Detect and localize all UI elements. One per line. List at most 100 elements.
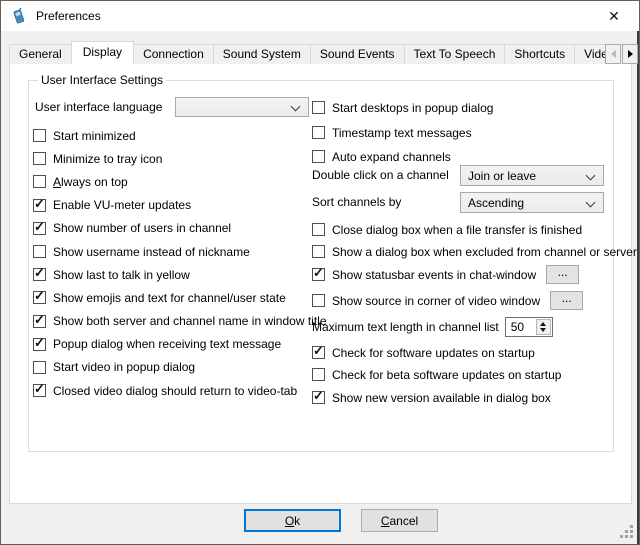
tab-display[interactable]: Display [71, 41, 134, 64]
ok-button[interactable]: Ok [244, 509, 341, 532]
checkbox-label: Show both server and channel name in win… [53, 314, 327, 328]
spinner-buttons[interactable] [536, 319, 551, 335]
checkbox[interactable] [312, 391, 325, 404]
tab-sound-system[interactable]: Sound System [213, 44, 311, 64]
checkbox[interactable] [312, 223, 325, 236]
checkbox-row[interactable]: Show source in corner of video window ..… [312, 291, 583, 310]
checkbox-row[interactable]: Show statusbar events in chat-window ... [312, 265, 579, 284]
spin-up-icon[interactable] [540, 322, 546, 326]
max-text-length-spinner[interactable]: 50 [505, 317, 553, 337]
checkbox[interactable] [312, 245, 325, 258]
checkbox-row[interactable]: Show a dialog box when excluded from cha… [312, 242, 637, 261]
spin-down-icon[interactable] [540, 328, 546, 332]
tab-scroll-left-button[interactable] [605, 44, 621, 64]
checkbox-row[interactable]: Show emojis and text for channel/user st… [33, 286, 327, 309]
max-text-length-label: Maximum text length in channel list [312, 320, 499, 334]
checkbox-row[interactable]: Show last to talk in yellow [33, 263, 327, 286]
checkbox[interactable] [312, 368, 325, 381]
checkbox-row[interactable]: Enable VU-meter updates [33, 194, 327, 217]
checkbox-label: Show a dialog box when excluded from cha… [332, 245, 637, 259]
title-bar: Preferences ✕ [1, 1, 639, 31]
checkbox-label: Show source in corner of video window [332, 294, 540, 308]
preferences-dialog: Preferences ✕ General Display Connection… [0, 0, 640, 545]
checkbox-row[interactable]: Check for software updates on startup [312, 343, 535, 362]
checkbox-label: Close dialog box when a file transfer is… [332, 223, 582, 237]
checkbox[interactable] [33, 268, 46, 281]
checkbox[interactable] [33, 129, 46, 142]
checkbox-label: Start video in popup dialog [53, 360, 195, 374]
cancel-button-label: Cancel [381, 514, 418, 528]
checkbox-row[interactable]: Always on top [33, 170, 327, 193]
sort-channels-label: Sort channels by [312, 195, 401, 209]
close-icon[interactable]: ✕ [597, 4, 631, 28]
sort-channels-combobox[interactable]: Ascending [460, 192, 604, 213]
checkbox-label: Start minimized [53, 129, 136, 143]
statusbar-events-more-button[interactable]: ... [546, 265, 579, 284]
window-title: Preferences [36, 9, 101, 23]
checkbox-row[interactable]: Close dialog box when a file transfer is… [312, 220, 582, 239]
max-text-length-row: Maximum text length in channel list 50 [312, 317, 553, 337]
checkbox-label: Check for beta software updates on start… [332, 368, 561, 382]
checkbox-row[interactable]: Show new version available in dialog box [312, 388, 551, 407]
max-text-length-value: 50 [506, 320, 536, 334]
cancel-button[interactable]: Cancel [361, 509, 438, 532]
checkbox[interactable] [312, 268, 325, 281]
chevron-down-icon [291, 102, 301, 112]
tab-sound-events[interactable]: Sound Events [310, 44, 405, 64]
checkbox-label: Enable VU-meter updates [53, 198, 191, 212]
tab-scroll-buttons [605, 44, 638, 64]
checkbox-row[interactable]: Auto expand channels [312, 147, 451, 166]
checkbox[interactable] [33, 152, 46, 165]
checkbox-row[interactable]: Minimize to tray icon [33, 147, 327, 170]
checkbox-row[interactable]: Show both server and channel name in win… [33, 310, 327, 333]
tab-shortcuts[interactable]: Shortcuts [504, 44, 575, 64]
checkbox[interactable] [33, 175, 46, 188]
checkbox-row[interactable]: Show number of users in channel [33, 217, 327, 240]
checkbox-row[interactable]: Timestamp text messages [312, 123, 472, 142]
checkbox-label: Show last to talk in yellow [53, 268, 190, 282]
checkbox-row[interactable]: Popup dialog when receiving text message [33, 333, 327, 356]
group-title: User Interface Settings [38, 73, 166, 87]
teamtalk-app-icon [11, 8, 27, 24]
tab-general[interactable]: General [9, 44, 72, 64]
checkbox-row[interactable]: Start video in popup dialog [33, 356, 327, 379]
chevron-down-icon [586, 171, 596, 181]
double-click-value: Join or leave [468, 169, 536, 183]
checkbox[interactable] [312, 150, 325, 163]
checkbox[interactable] [312, 346, 325, 359]
checkbox[interactable] [312, 101, 325, 114]
tab-connection[interactable]: Connection [133, 44, 214, 64]
checkbox-row[interactable]: Check for beta software updates on start… [312, 365, 561, 384]
checkbox-label: Auto expand channels [332, 150, 451, 164]
language-label: User interface language [35, 100, 162, 114]
language-combobox[interactable] [175, 97, 309, 117]
left-checkbox-column: Start minimized Minimize to tray icon Al… [33, 124, 327, 402]
chevron-down-icon [586, 198, 596, 208]
video-source-more-button[interactable]: ... [550, 291, 583, 310]
checkbox-label: Always on top [53, 175, 128, 189]
checkbox-label: Check for software updates on startup [332, 346, 535, 360]
checkbox[interactable] [33, 338, 46, 351]
resize-grip[interactable] [620, 525, 634, 539]
tab-scroll-right-button[interactable] [622, 44, 638, 64]
checkbox[interactable] [33, 222, 46, 235]
checkbox-label: Show emojis and text for channel/user st… [53, 291, 286, 305]
checkbox[interactable] [312, 294, 325, 307]
arrow-left-icon [611, 50, 616, 58]
checkbox-row[interactable]: Start desktops in popup dialog [312, 98, 493, 117]
checkbox[interactable] [33, 199, 46, 212]
display-tab-page: User Interface Settings User interface l… [9, 63, 632, 504]
checkbox[interactable] [312, 126, 325, 139]
checkbox-row[interactable]: Show username instead of nickname [33, 240, 327, 263]
tab-text-to-speech[interactable]: Text To Speech [404, 44, 506, 64]
double-click-combobox[interactable]: Join or leave [460, 165, 604, 186]
checkbox-row[interactable]: Closed video dialog should return to vid… [33, 379, 327, 402]
checkbox[interactable] [33, 384, 46, 397]
preferences-tabbar: General Display Connection Sound System … [9, 41, 625, 64]
checkbox[interactable] [33, 245, 46, 258]
checkbox-label: Start desktops in popup dialog [332, 101, 493, 115]
checkbox[interactable] [33, 315, 46, 328]
checkbox[interactable] [33, 291, 46, 304]
checkbox-row[interactable]: Start minimized [33, 124, 327, 147]
checkbox[interactable] [33, 361, 46, 374]
